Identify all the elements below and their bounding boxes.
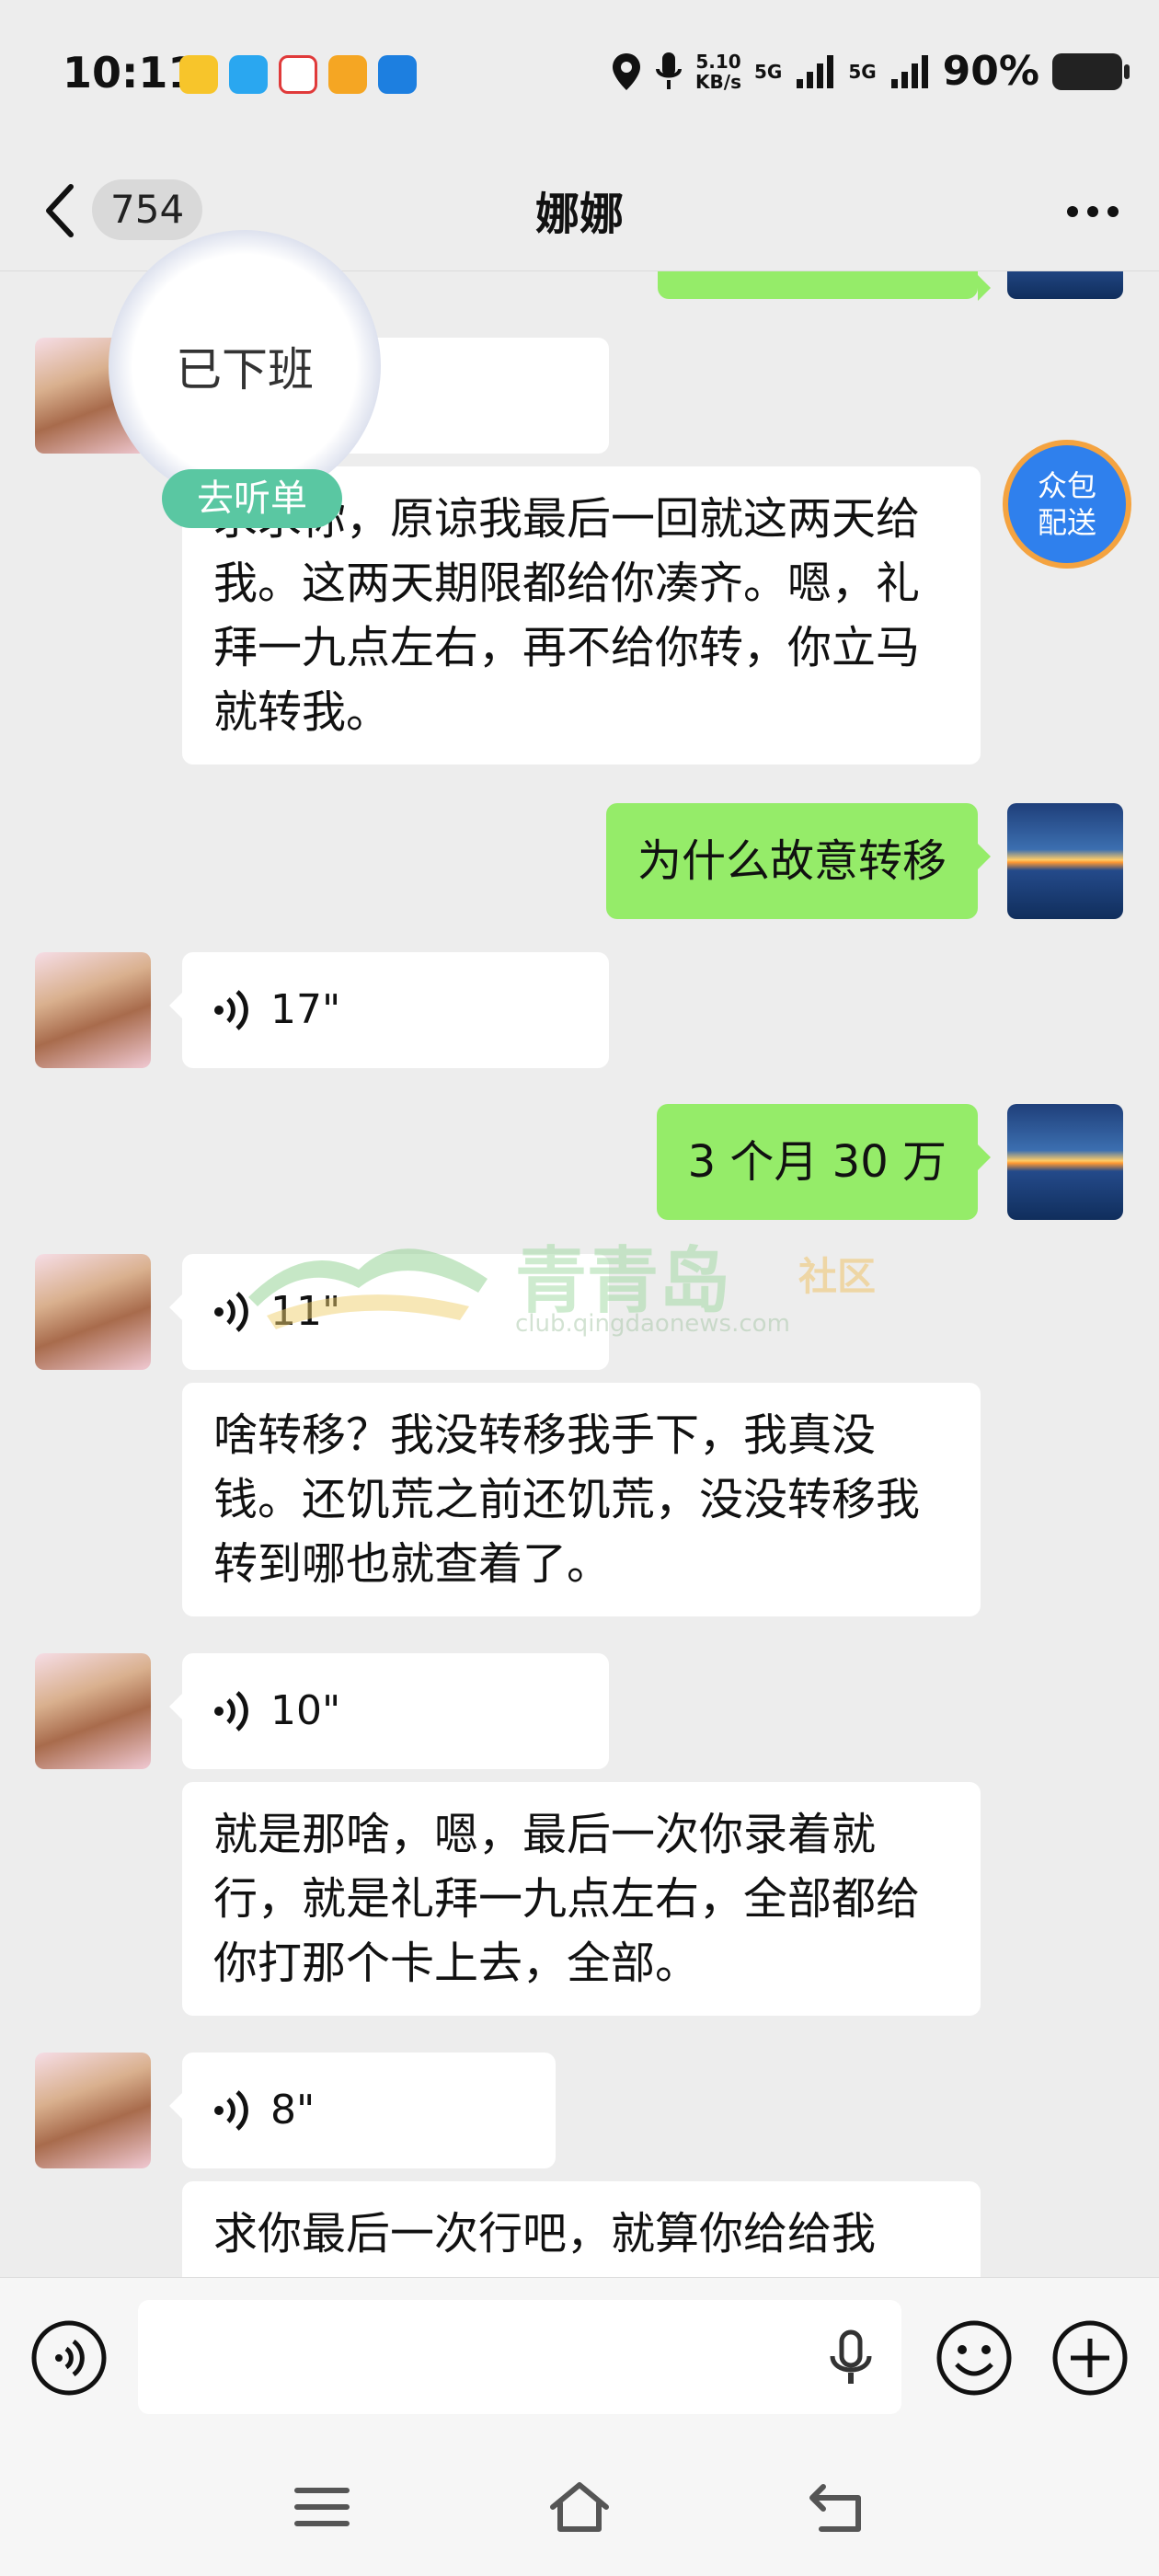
my-avatar[interactable]	[1007, 271, 1123, 299]
system-navigation-bar	[0, 2443, 1159, 2576]
sim1-label: 5G	[753, 60, 783, 83]
delivery-badge-line2: 配送	[1037, 505, 1096, 540]
message-text: 就是那啥，嗯，最后一次你录着就行，就是礼拜一九点左右，全部都给你打那个卡上去，全…	[213, 1809, 921, 1989]
voice-wave-icon	[214, 990, 248, 1030]
message-bubble-outgoing[interactable]: 3 个月 30 万	[656, 1104, 992, 1220]
message-bubble-incoming[interactable]: 就是那啥，嗯，最后一次你录着就行，就是礼拜一九点左右，全部都给你打那个卡上去，全…	[182, 1782, 981, 2016]
status-app-icons	[179, 55, 417, 94]
voice-duration: 10"	[270, 1687, 341, 1734]
chat-messages[interactable]: 求求你，原谅我最后一回就这两天给我。这两天期限都给你凑齐。嗯，礼拜一九点左右，再…	[0, 271, 1159, 2277]
voice-duration: 8"	[270, 2087, 316, 2133]
contact-avatar[interactable]	[35, 1653, 151, 1769]
add-more-icon[interactable]	[1050, 2318, 1130, 2398]
message-input[interactable]	[138, 2300, 901, 2414]
contact-avatar[interactable]	[35, 2053, 151, 2168]
net-speed-value: 5.10	[695, 50, 741, 73]
weibo-icon	[328, 55, 367, 94]
message-bubble-incoming[interactable]: 求你最后一次行吧，就算你给给我	[182, 2181, 981, 2277]
message-text: 求你最后一次行吧，就算你给给我	[213, 2208, 877, 2260]
message-text: 3 个月 30 万	[687, 1136, 947, 1188]
voice-wave-icon	[214, 2090, 248, 2131]
voice-message-bubble[interactable]: 11"	[169, 1254, 609, 1370]
message-bubble-outgoing-partial[interactable]	[658, 271, 991, 301]
more-options-icon[interactable]	[1063, 189, 1122, 235]
my-avatar[interactable]	[1007, 803, 1123, 919]
unread-count-badge[interactable]: 754	[92, 179, 203, 240]
contact-avatar[interactable]	[35, 952, 151, 1068]
battery-icon	[1052, 52, 1130, 90]
message-bubble-incoming[interactable]: 啥转移？我没转移我手下，我真没钱。还饥荒之前还饥荒，没没转移我转到哪也就查着了。	[182, 1383, 981, 1616]
mic-status-icon	[656, 52, 683, 89]
emoji-icon[interactable]	[935, 2318, 1014, 2398]
signal-icon	[797, 54, 834, 88]
voice-input-toggle-icon[interactable]	[29, 2318, 109, 2398]
message-text: 求求你，原谅我最后一回就这两天给我。这两天期限都给你凑齐。嗯，礼拜一九点左右，再…	[213, 493, 921, 738]
app-icon-check	[279, 55, 317, 94]
back-icon[interactable]	[805, 2479, 869, 2535]
delivery-badge-line1: 众包	[1037, 468, 1096, 503]
voice-message-bubble[interactable]: 8"	[169, 2053, 556, 2168]
voice-wave-icon	[214, 1292, 248, 1332]
menu-icon[interactable]	[290, 2479, 354, 2535]
signal-icon-2	[890, 54, 928, 88]
net-speed-unit: KB/s	[695, 70, 741, 93]
app-icon-cloud	[229, 55, 268, 94]
app-icon-blue	[378, 55, 417, 94]
location-icon	[613, 52, 641, 90]
voice-message-bubble[interactable]: 10"	[169, 1653, 609, 1769]
voice-message-bubble[interactable]: 17"	[169, 952, 609, 1068]
status-bar: 10:11 5.10 KB/s 5G 5G 90%	[0, 0, 1159, 152]
back-arrow-icon[interactable]	[41, 181, 78, 240]
sim2-label: 5G	[848, 60, 877, 83]
contact-avatar[interactable]	[35, 1254, 151, 1370]
status-right: 5.10 KB/s 5G 5G 90%	[611, 48, 1130, 95]
microphone-icon[interactable]	[823, 2329, 878, 2387]
message-text: 为什么故意转移	[637, 835, 947, 887]
go-accept-orders-button[interactable]: 去听单	[162, 469, 342, 528]
message-text: 啥转移？我没转移我手下，我真没钱。还饥荒之前还饥荒，没没转移我转到哪也就查着了。	[213, 1409, 921, 1590]
floating-status-text: 已下班	[176, 343, 314, 397]
input-bar	[0, 2277, 1159, 2443]
my-avatar[interactable]	[1007, 1104, 1123, 1220]
crowdsource-delivery-badge[interactable]: 众包 配送	[1003, 440, 1131, 569]
voice-duration: 11"	[270, 1288, 341, 1335]
voice-wave-icon	[214, 1691, 248, 1731]
home-icon[interactable]	[547, 2479, 612, 2535]
message-bubble-outgoing[interactable]: 为什么故意转移	[605, 803, 992, 919]
battery-percent: 90%	[942, 48, 1039, 95]
floating-status-widget[interactable]: 已下班	[109, 230, 381, 502]
status-time: 10:11	[63, 48, 198, 98]
net-speed: 5.10 KB/s	[695, 52, 741, 92]
voice-duration: 17"	[270, 986, 341, 1033]
app-icon-yellow	[179, 55, 218, 94]
